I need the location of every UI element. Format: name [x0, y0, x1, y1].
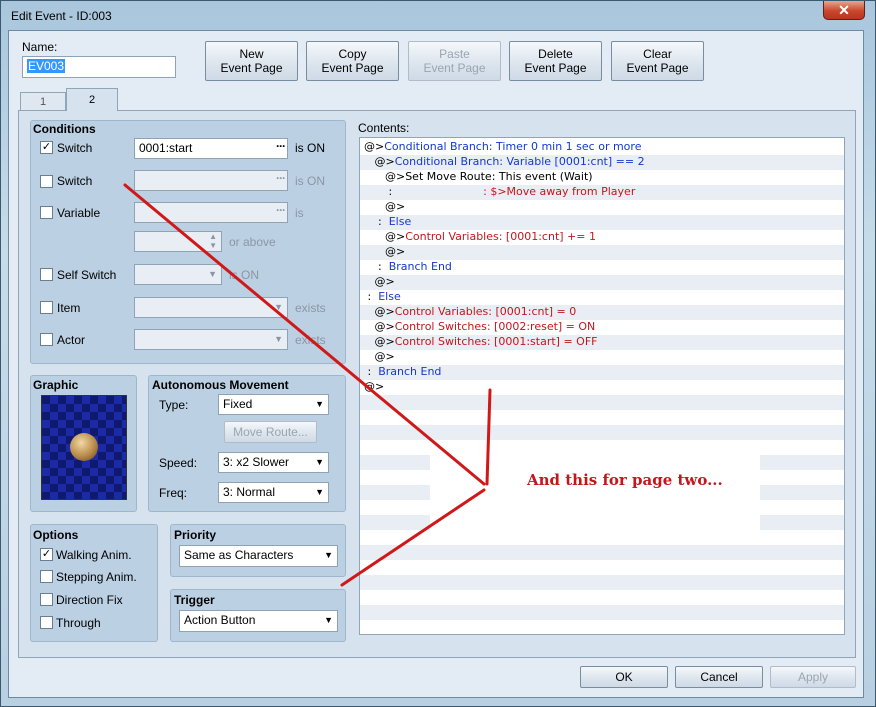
arrow-line-1: [123, 183, 486, 486]
annotation-arrows: [123, 183, 492, 587]
arrow-line-3: [340, 488, 486, 587]
cancel-button[interactable]: Cancel: [675, 666, 763, 688]
tab-page-2[interactable]: 2: [66, 88, 118, 111]
arrow-line-2: [485, 388, 492, 486]
apply-button[interactable]: Apply: [770, 666, 856, 688]
ok-button[interactable]: OK: [580, 666, 668, 688]
